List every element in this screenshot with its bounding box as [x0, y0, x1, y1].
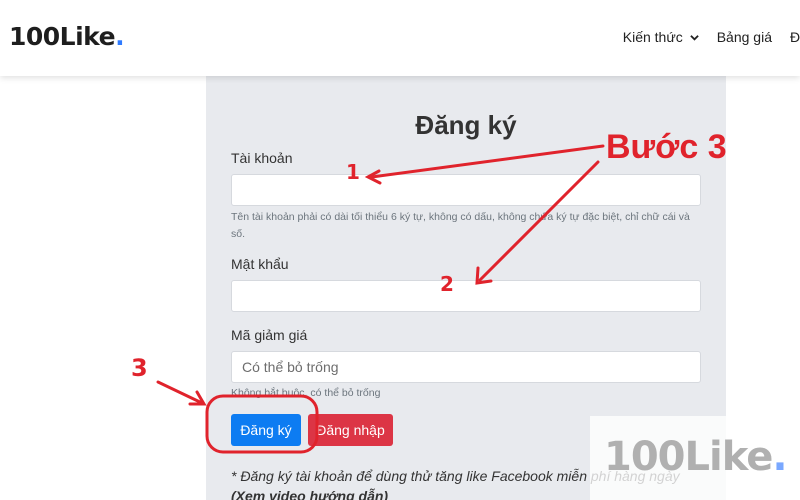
step-title-annotation: Bước 3 [606, 128, 727, 166]
watermark-text: 100Like [604, 434, 773, 480]
marker-1: 1 [346, 160, 360, 184]
marker-2: 2 [440, 272, 454, 296]
arrow-to-password [478, 160, 600, 282]
arrow-to-register [156, 380, 204, 405]
watermark-dot: . [772, 434, 787, 480]
watermark: 100Like. [590, 416, 800, 500]
watermark-logo: 100Like. [604, 434, 788, 480]
arrow-to-account [370, 144, 605, 179]
marker-3: 3 [131, 354, 148, 382]
register-highlight-box [205, 394, 319, 454]
